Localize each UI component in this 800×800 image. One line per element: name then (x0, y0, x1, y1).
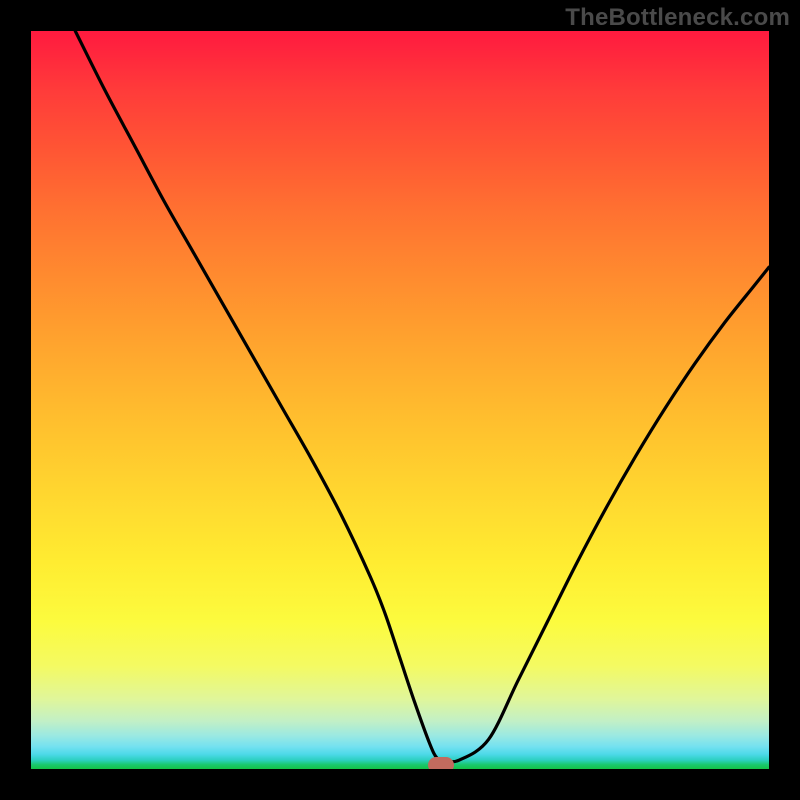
chart-frame: TheBottleneck.com (0, 0, 800, 800)
plot-area (31, 31, 769, 769)
curve-svg (31, 31, 769, 769)
bottleneck-curve (75, 31, 769, 762)
optimum-marker (428, 757, 454, 769)
watermark-text: TheBottleneck.com (565, 4, 790, 32)
